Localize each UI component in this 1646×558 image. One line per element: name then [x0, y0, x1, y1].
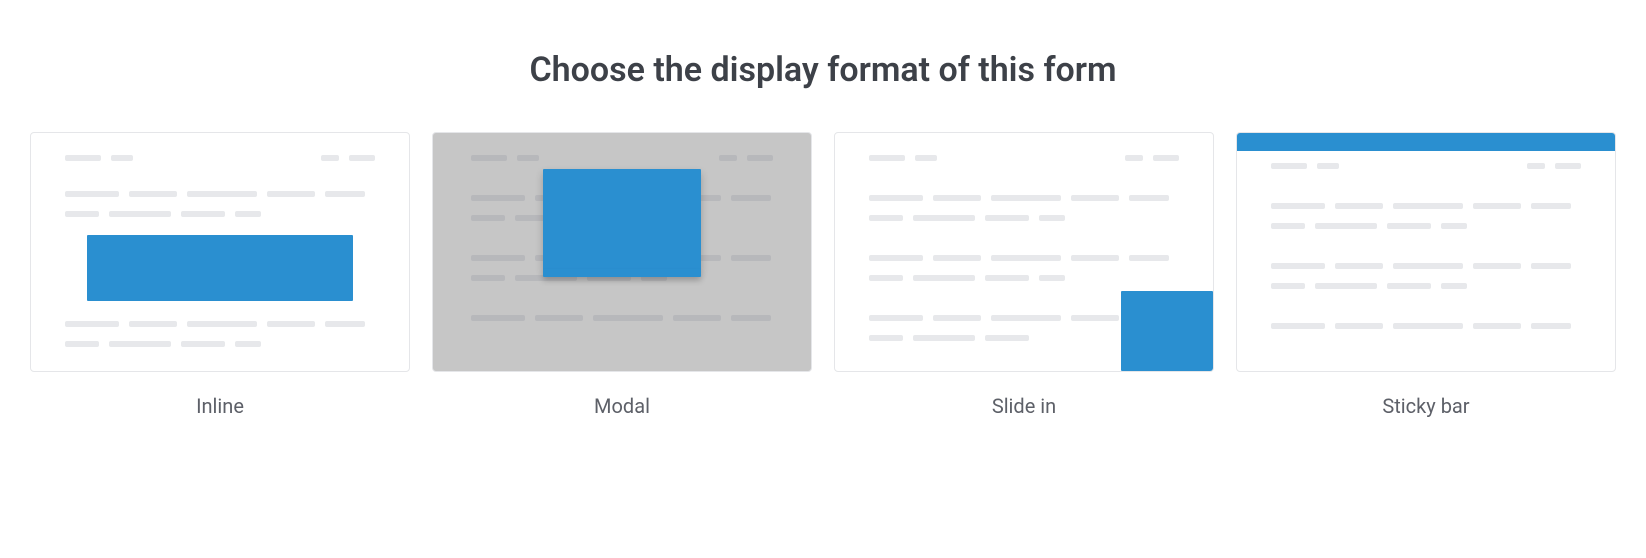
option-modal-preview	[432, 132, 812, 372]
option-modal-label: Modal	[432, 394, 812, 418]
format-options: Inline	[30, 132, 1616, 418]
page-title: Choose the display format of this form	[30, 50, 1616, 90]
option-stickybar-label: Sticky bar	[1236, 394, 1616, 418]
option-modal[interactable]: Modal	[432, 132, 812, 418]
option-slidein-preview	[834, 132, 1214, 372]
slidein-form-icon	[1121, 291, 1213, 371]
stickybar-form-icon	[1237, 133, 1615, 151]
option-slidein-label: Slide in	[834, 394, 1214, 418]
option-stickybar[interactable]: Sticky bar	[1236, 132, 1616, 418]
option-slidein[interactable]: Slide in	[834, 132, 1214, 418]
modal-form-icon	[543, 169, 701, 271]
inline-form-icon	[87, 235, 353, 301]
option-stickybar-preview	[1236, 132, 1616, 372]
option-inline-preview	[30, 132, 410, 372]
option-inline[interactable]: Inline	[30, 132, 410, 418]
option-inline-label: Inline	[30, 394, 410, 418]
